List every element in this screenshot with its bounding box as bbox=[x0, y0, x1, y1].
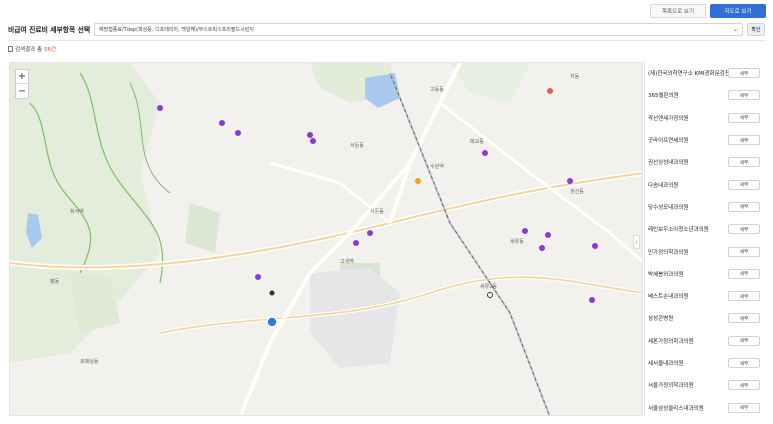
clinic-name[interactable]: 서울가정의학과의원 bbox=[648, 381, 694, 389]
detail-button[interactable]: 세부 bbox=[728, 268, 760, 279]
clinic-name[interactable]: 박혜봉외과의원 bbox=[648, 270, 683, 278]
clinic-name[interactable]: 서울삼성클리스내과의원 bbox=[648, 404, 704, 412]
list-item: 민가정의학과의원 세부 bbox=[645, 240, 766, 262]
clinic-name[interactable]: 곽선엔세가정의원 bbox=[648, 114, 688, 122]
map-place-label: 지동 bbox=[570, 73, 580, 80]
list-item: 베스트손내과의원 세부 bbox=[645, 285, 766, 307]
result-summary: 검색결과 총 56건 bbox=[8, 45, 56, 53]
divider bbox=[8, 40, 766, 41]
detail-button[interactable]: 세부 bbox=[728, 335, 760, 346]
map-canvas: 서둔동세류2동세류동고색역매교동수원역평동고등동화서역호매실동지동권선동서둔동 bbox=[10, 63, 642, 415]
clinic-name[interactable]: 민가정의학과의원 bbox=[648, 248, 688, 256]
clinic-name[interactable]: 굿라이프연세의원 bbox=[648, 136, 688, 144]
clinic-name[interactable]: 삼성콘병원 bbox=[648, 314, 673, 322]
detail-button[interactable]: 세부 bbox=[728, 380, 760, 391]
detail-button[interactable]: 세부 bbox=[728, 246, 760, 257]
list-item: 박혜봉외과의원 세부 bbox=[645, 263, 766, 285]
clinic-name[interactable]: 당수성모내과의원 bbox=[648, 203, 688, 211]
detail-button[interactable]: 세부 bbox=[728, 112, 760, 123]
list-item: 서울가정의학과의원 세부 bbox=[645, 374, 766, 396]
clinic-name[interactable]: 365엘린의원 bbox=[648, 91, 679, 99]
detail-button[interactable]: 세부 bbox=[728, 90, 760, 101]
result-count: 56건 bbox=[44, 47, 57, 53]
map-place-label: 화서역 bbox=[70, 208, 84, 215]
clinic-name[interactable]: 권선상성내과의원 bbox=[648, 158, 688, 166]
map-view[interactable]: 서둔동 세류2동 세류동 고색역 매교동 수원역 평동 고등동 화서역 호매실동 지동 권선동 서둔동 … bbox=[9, 62, 643, 416]
list-item: 서울삼성클리스내과의원 세부 bbox=[645, 396, 766, 416]
clinic-name[interactable]: (재)한국의학연구소 KMI광화문검진센터 bbox=[648, 69, 728, 77]
list-item: 세론가정의학과의원 세부 bbox=[645, 330, 766, 352]
map-place-label: 매교동 bbox=[470, 138, 484, 145]
filter-header: 비급여 진료비 세부항목 선택 예방접종료/Tdap(파상풍, 디프테리아, 백… bbox=[8, 22, 766, 36]
list-item: 레인보우소아청소년과의원 세부 bbox=[645, 218, 766, 240]
zoom-in-button[interactable]: + bbox=[16, 70, 28, 84]
list-item: 삼성콘병원 세부 bbox=[645, 307, 766, 329]
list-item: (재)한국의학연구소 KMI광화문검진센터세부 bbox=[645, 62, 766, 84]
map-place-label: 권선동 bbox=[570, 188, 584, 195]
page-title: 비급여 진료비 세부항목 선택 bbox=[8, 26, 91, 34]
detail-button[interactable]: 세부 bbox=[728, 291, 760, 302]
item-select-value: 예방접종료/Tdap(파상풍, 디프테리아, 백일해)/부스트릭스프리필드시린지 bbox=[99, 26, 254, 33]
view-toggle: 목록으로 보기 지도로 보기 bbox=[650, 4, 766, 18]
detail-button[interactable]: 세부 bbox=[728, 68, 760, 79]
map-view-button[interactable]: 지도로 보기 bbox=[710, 4, 766, 18]
document-icon bbox=[8, 46, 13, 52]
detail-button[interactable]: 세부 bbox=[728, 179, 760, 190]
list-item: 365엘린의원 세부 bbox=[645, 84, 766, 106]
list-item: 다솜내과의원 세부 bbox=[645, 173, 766, 195]
map-place-label: 호매실동 bbox=[80, 358, 99, 365]
clinic-name[interactable]: 세서울내과의원 bbox=[648, 359, 683, 367]
clinic-name[interactable]: 베스트손내과의원 bbox=[648, 292, 688, 300]
list-item: 당수성모내과의원 세부 bbox=[645, 196, 766, 218]
detail-button[interactable]: 세부 bbox=[728, 224, 760, 235]
clinic-name[interactable]: 다솜내과의원 bbox=[648, 181, 678, 189]
detail-button[interactable]: 세부 bbox=[728, 358, 760, 368]
clinic-list: (재)한국의학연구소 KMI광화문검진센터세부 365엘린의원세부 곽선엔세가정… bbox=[644, 62, 766, 416]
map-place-label: 서둔동 bbox=[350, 142, 364, 149]
chevron-down-icon: ⌄ bbox=[732, 25, 738, 33]
map-place-label: 수원역 bbox=[430, 163, 444, 170]
detail-button[interactable]: 세부 bbox=[728, 402, 760, 413]
item-select[interactable]: 예방접종료/Tdap(파상풍, 디프테리아, 백일해)/부스트릭스프리필드시린지… bbox=[94, 22, 743, 36]
map-place-label: 고등동 bbox=[430, 87, 444, 93]
map-place-label: 평동 bbox=[50, 278, 60, 285]
list-item: 세서울내과의원 세부 bbox=[645, 352, 766, 374]
list-view-button[interactable]: 목록으로 보기 bbox=[650, 4, 706, 18]
detail-button[interactable]: 세부 bbox=[728, 135, 760, 146]
list-item: 곽선엔세가정의원 세부 bbox=[645, 107, 766, 129]
list-item: 굿라이프연세의원 세부 bbox=[645, 129, 766, 151]
clinic-name[interactable]: 세론가정의학과의원 bbox=[648, 337, 694, 345]
clinic-name[interactable]: 레인보우소아청소년과의원 bbox=[648, 225, 709, 233]
map-place-label: 세류2동 bbox=[480, 283, 497, 290]
detail-button[interactable]: 세부 bbox=[728, 157, 760, 168]
map-place-label: 세류동 bbox=[510, 238, 524, 245]
list-item: 권선상성내과의원 세부 bbox=[645, 151, 766, 173]
detail-button[interactable]: 세부 bbox=[728, 201, 760, 212]
result-prefix: 검색결과 총 bbox=[15, 47, 43, 53]
detail-button[interactable]: 세부 bbox=[728, 313, 760, 324]
panel-collapse-button[interactable]: › bbox=[633, 235, 640, 249]
confirm-button[interactable]: 확인 bbox=[747, 22, 765, 36]
map-place-label: 고색역 bbox=[340, 258, 354, 265]
map-place-label: 서둔동 bbox=[370, 208, 384, 215]
zoom-out-button[interactable]: − bbox=[16, 84, 28, 98]
zoom-control: + − bbox=[15, 69, 29, 99]
